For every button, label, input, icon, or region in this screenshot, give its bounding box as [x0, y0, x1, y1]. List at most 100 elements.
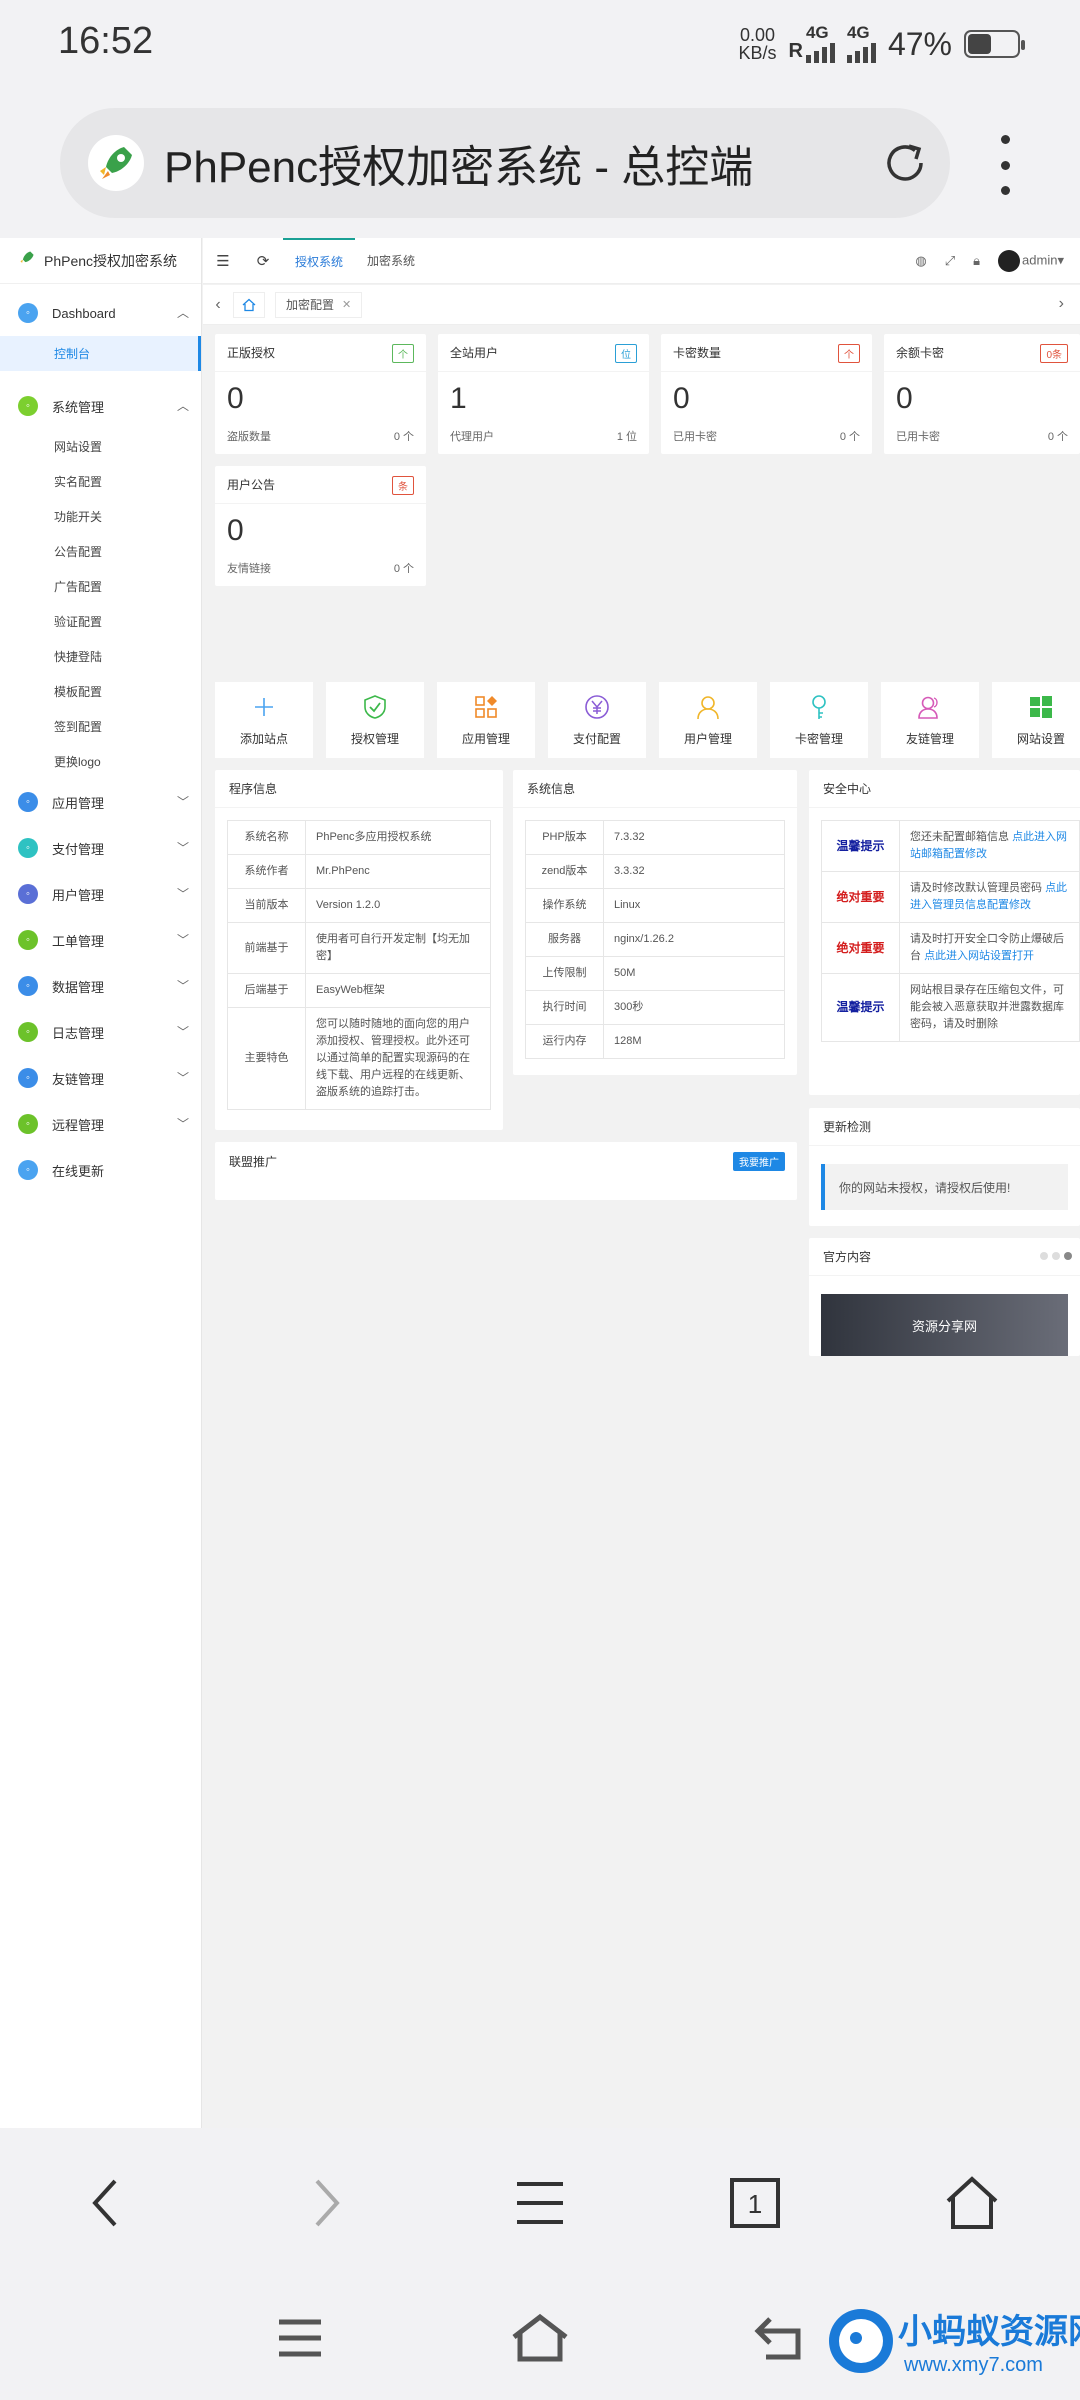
quick-tile[interactable]: 添加站点 — [215, 682, 313, 758]
quick-tile[interactable]: 网站设置 — [992, 682, 1080, 758]
sidebar-item[interactable]: 验证配置 — [0, 604, 201, 639]
table-row: 执行时间 300秒 — [525, 990, 785, 1025]
stat-card: 卡密数量个 0 已用卡密 0 个 — [661, 334, 872, 454]
chevron-up-icon: ︿ — [176, 399, 189, 413]
security-link[interactable]: 点此进入网站设置打开 — [924, 950, 1034, 962]
quick-tile[interactable]: 应用管理 — [437, 682, 535, 758]
user-menu[interactable]: admin▾ — [998, 250, 1064, 272]
sidebar-group-7[interactable]: ◦ 日志管理 ﹀ — [0, 1009, 201, 1055]
tabs-count-icon[interactable]: 1 — [710, 2158, 800, 2248]
group-icon: ◦ — [18, 884, 38, 904]
battery-percent: 47% — [887, 25, 952, 62]
sidebar-group-0[interactable]: ◦ Dashboard ︿ — [0, 290, 201, 336]
sidebar-group-5[interactable]: ◦ 工单管理 ﹀ — [0, 917, 201, 963]
table-row: zend版本 3.3.32 — [525, 854, 785, 889]
sidebar-item[interactable]: 广告配置 — [0, 569, 201, 604]
sidebar-brand[interactable]: PhPenc授权加密系统 — [0, 238, 201, 284]
official-banner[interactable]: 资源分享网 — [821, 1294, 1068, 1356]
sidebar-item[interactable]: 功能开关 — [0, 499, 201, 534]
home-icon[interactable] — [233, 291, 265, 318]
back-icon[interactable] — [60, 2158, 150, 2248]
web-viewport: PhPenc授权加密系统 ◦ Dashboard ︿ 控制台 ◦ 系统管理 ︿ 网站设置 实名配… — [0, 238, 1080, 2128]
close-icon[interactable]: ✕ — [342, 298, 351, 311]
sidebar-item[interactable]: 公告配置 — [0, 534, 201, 569]
sidebar-group-4[interactable]: ◦ 用户管理 ﹀ — [0, 871, 201, 917]
quick-tile[interactable]: 友链管理 — [881, 682, 979, 758]
sidebar-group-3[interactable]: ◦ 支付管理 ﹀ — [0, 825, 201, 871]
sidebar-group-8[interactable]: ◦ 友链管理 ﹀ — [0, 1055, 201, 1101]
group-icon: ◦ — [18, 930, 38, 950]
stat-value: 1 — [450, 382, 467, 415]
chevron-down-icon: ﹀ — [176, 841, 189, 855]
sidebar-item[interactable]: 快捷登陆 — [0, 639, 201, 674]
security-center-panel: 安全中心 温馨提示 您还未配置邮箱信息 点此进入网站邮箱配置修改 绝对重要 请及时修改… — [809, 770, 1080, 1095]
chevron-down-icon: ﹀ — [176, 887, 189, 901]
quick-tile[interactable]: 支付配置 — [548, 682, 646, 758]
forward-icon[interactable] — [282, 2158, 372, 2248]
tabs-right-icon[interactable]: › — [1059, 295, 1064, 313]
table-row: 当前版本 Version 1.2.0 — [227, 888, 491, 923]
menu-icon[interactable] — [495, 2158, 585, 2248]
group-icon: ◦ — [18, 838, 38, 858]
chevron-down-icon: ﹀ — [176, 795, 189, 809]
quick-tile[interactable]: 用户管理 — [659, 682, 757, 758]
carousel-dots[interactable] — [1040, 1252, 1072, 1260]
stat-card: 余额卡密 0条 0 已用卡密 0 个 — [884, 334, 1080, 454]
menu-toggle-icon[interactable]: ☰ — [203, 252, 243, 270]
status-bar: 16:52 0.00 KB/s R 4G 4G 47% — [0, 0, 1080, 90]
system-home-icon[interactable] — [495, 2298, 585, 2378]
tab-encrypt-system[interactable]: 加密系统 — [355, 238, 427, 284]
sidebar-group-9[interactable]: ◦ 远程管理 ﹀ — [0, 1101, 201, 1147]
quick-tile[interactable]: 授权管理 — [326, 682, 424, 758]
sidebar-group-6[interactable]: ◦ 数据管理 ﹀ — [0, 963, 201, 1009]
sidebar-item[interactable]: 模板配置 — [0, 674, 201, 709]
globe-icon[interactable]: ◍ — [915, 253, 926, 269]
table-row: 温馨提示 您还未配置邮箱信息 点此进入网站邮箱配置修改 — [821, 820, 1080, 872]
update-message: 你的网站未授权，请授权后使用! — [821, 1164, 1068, 1210]
lock-icon[interactable]: 🔒︎ — [973, 253, 980, 269]
group-icon: ◦ — [18, 976, 38, 996]
open-tab[interactable]: 加密配置 ✕ — [275, 291, 363, 318]
refresh-icon[interactable]: ⟳ — [243, 252, 283, 270]
user-icon — [695, 694, 721, 726]
sidebar-item[interactable]: 实名配置 — [0, 464, 201, 499]
key-icon — [806, 694, 832, 726]
system-info-panel: 系统信息 PHP版本 7.3.32 zend版本 3.3.32 操作系统 Linux 服务器… — [513, 770, 797, 1075]
signal-1-icon: R 4G — [789, 24, 835, 63]
panel-title: 安全中心 — [809, 770, 1080, 808]
sidebar-group-2[interactable]: ◦ 应用管理 ﹀ — [0, 779, 201, 825]
tab-auth-system[interactable]: 授权系统 — [283, 238, 356, 284]
sidebar-group-10[interactable]: ◦ 在线更新 — [0, 1147, 201, 1193]
sidebar-item[interactable]: 网站设置 — [0, 429, 201, 464]
table-row: 服务器 nginx/1.26.2 — [525, 922, 785, 957]
sidebar-item[interactable]: 签到配置 — [0, 709, 201, 744]
fullscreen-icon[interactable]: ⤢ — [945, 253, 955, 269]
stat-value: 0 — [673, 382, 690, 415]
stat-badge: 位 — [615, 344, 637, 363]
address-bar[interactable]: PhPenc授权加密系统 - 总控端 — [60, 108, 950, 218]
table-row: 绝对重要 请及时打开安全口令防止爆破后台 点此进入网站设置打开 — [821, 922, 1080, 974]
system-back-icon[interactable] — [735, 2298, 825, 2378]
stat-badge: 0条 — [1040, 344, 1068, 363]
reload-icon[interactable] — [870, 128, 940, 198]
quick-tile[interactable]: 卡密管理 — [770, 682, 868, 758]
sidebar-item[interactable]: 控制台 — [0, 336, 201, 371]
sidebar-group-1[interactable]: ◦ 系统管理 ︿ — [0, 383, 201, 429]
avatar — [998, 250, 1021, 272]
recent-apps-icon[interactable] — [255, 2298, 345, 2378]
promote-button[interactable]: 我要推广 — [733, 1152, 785, 1171]
apps-grid-icon — [473, 694, 499, 726]
chevron-down-icon: ﹀ — [176, 1071, 189, 1085]
yen-icon — [584, 694, 610, 726]
stat-value: 0 — [227, 382, 244, 415]
official-content-panel: 官方内容 资源分享网 — [809, 1238, 1080, 1356]
sidebar-item[interactable]: 更换logo — [0, 744, 201, 779]
more-vertical-icon[interactable] — [990, 135, 1020, 195]
browser-toolbar: 1 — [0, 2128, 1080, 2278]
group-icon: ◦ — [18, 792, 38, 812]
home-icon[interactable] — [927, 2158, 1017, 2248]
table-row: 主要特色 您可以随时随地的面向您的用户添加授权、管理授权。此外还可以通过简单的配置… — [227, 1007, 491, 1110]
tabs-left-icon[interactable]: ‹ — [203, 296, 233, 314]
rocket-logo-icon — [88, 135, 144, 191]
watermark: 小蚂蚁资源网 www.xmy7.com — [826, 2300, 1080, 2390]
